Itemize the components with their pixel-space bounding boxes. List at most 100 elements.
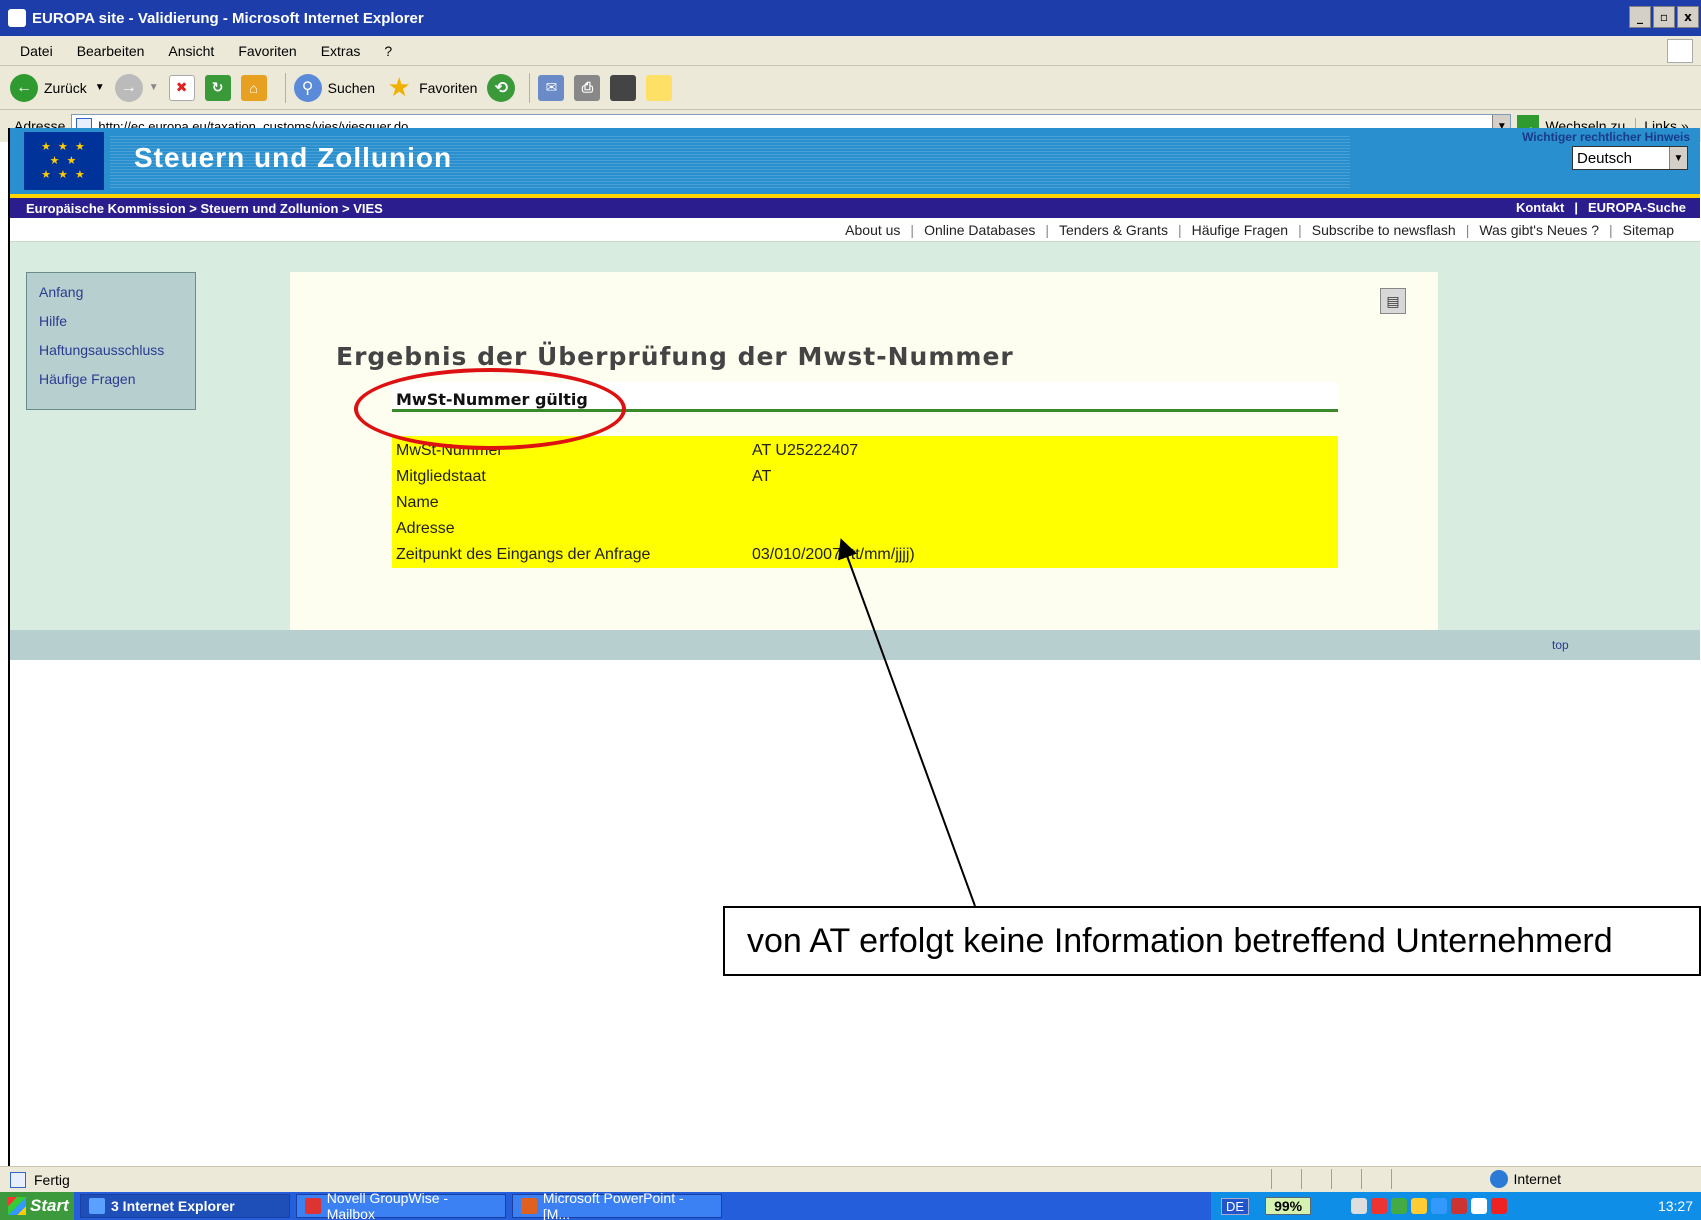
tray-icon[interactable] xyxy=(1471,1198,1488,1214)
page-status-icon xyxy=(10,1171,26,1188)
table-row: Mitgliedstaat AT xyxy=(396,464,1338,490)
taskbar: Start 3 Internet Explorer Novell GroupWi… xyxy=(0,1190,1701,1220)
forward-button[interactable]: → ▼ xyxy=(114,73,159,102)
annotation-text: von AT erfolgt keine Information betreff… xyxy=(747,921,1613,960)
close-button[interactable]: x xyxy=(1677,6,1699,28)
link-separator: | xyxy=(1609,221,1613,238)
top-link[interactable]: top xyxy=(1552,638,1569,652)
status-cell xyxy=(1391,1169,1421,1189)
toolbar-separator xyxy=(284,72,286,103)
toplink-about[interactable]: About us xyxy=(845,222,900,238)
toplink-databases[interactable]: Online Databases xyxy=(924,222,1035,238)
annotation-callout: von AT erfolgt keine Information betreff… xyxy=(723,906,1701,976)
print-page-icon[interactable]: ▤ xyxy=(1380,288,1406,314)
task-powerpoint[interactable]: Microsoft PowerPoint - [M... xyxy=(512,1190,722,1220)
search-button[interactable]: ⚲ Suchen xyxy=(293,73,375,102)
site-title: Steuern und Zollunion xyxy=(134,142,453,173)
contact-link[interactable]: Kontakt xyxy=(1516,200,1564,215)
site-banner: ★ ★ ★ ★ ★ ★ ★ ★ Steuern und Zollunion Wich… xyxy=(10,128,1700,194)
security-zone: Internet xyxy=(1489,1170,1561,1188)
menu-bearbeiten[interactable]: Bearbeiten xyxy=(77,43,145,59)
tray-icons xyxy=(1351,1198,1508,1214)
menu-datei[interactable]: Datei xyxy=(20,43,53,59)
toplink-sitemap[interactable]: Sitemap xyxy=(1623,222,1674,238)
groupwise-icon xyxy=(305,1198,321,1214)
language-dropdown-icon[interactable]: ▼ xyxy=(1669,147,1687,169)
tray-icon[interactable] xyxy=(1491,1198,1508,1214)
window-titlebar: EUROPA site - Validierung - Microsoft In… xyxy=(0,0,1701,36)
link-separator: | xyxy=(910,221,915,238)
language-value: Deutsch xyxy=(1577,149,1633,167)
link-separator: | xyxy=(1177,221,1182,238)
status-cells xyxy=(1271,1169,1421,1189)
home-icon[interactable]: ⌂ xyxy=(240,74,267,101)
leftnav-hilfe[interactable]: Hilfe xyxy=(39,310,195,339)
tray-icon[interactable] xyxy=(1371,1198,1388,1214)
powerpoint-icon xyxy=(521,1198,537,1214)
forward-arrow-icon: → xyxy=(114,73,143,102)
leftnav-faq[interactable]: Häufige Fragen xyxy=(39,368,195,397)
menu-extras[interactable]: Extras xyxy=(321,43,361,59)
note-icon[interactable] xyxy=(646,74,673,101)
tray-icon[interactable] xyxy=(1431,1198,1448,1214)
menu-help[interactable]: ? xyxy=(384,43,392,59)
menu-bar: Datei Bearbeiten Ansicht Favoriten Extra… xyxy=(0,36,1701,66)
row-value: 03/010/2007 (tt/mm/jjjj) xyxy=(752,546,915,563)
toplink-faq[interactable]: Häufige Fragen xyxy=(1192,222,1289,238)
favorites-button[interactable]: ★ Favoriten xyxy=(385,72,477,102)
browser-viewport: ★ ★ ★ ★ ★ ★ ★ ★ Steuern und Zollunion Wich… xyxy=(8,128,1700,1168)
row-key: Name xyxy=(396,494,439,511)
tray-icon[interactable] xyxy=(1411,1198,1428,1214)
windows-flag-icon xyxy=(8,1197,26,1215)
legal-notice-link[interactable]: Wichtiger rechtlicher Hinweis xyxy=(1522,130,1690,144)
task-internet-explorer[interactable]: 3 Internet Explorer xyxy=(80,1194,290,1218)
breadcrumb[interactable]: Europäische Kommission > Steuern und Zol… xyxy=(26,201,383,216)
row-key: Adresse xyxy=(396,520,455,537)
toolbar: ← Zurück ▼ → ▼ ✖ ↻ ⌂ ⚲ Suchen ★ Favorite… xyxy=(0,66,1701,110)
toplink-news[interactable]: Was gibt's Neues ? xyxy=(1479,222,1599,238)
language-indicator[interactable]: DE xyxy=(1221,1197,1250,1215)
language-select[interactable]: Deutsch ▼ xyxy=(1572,146,1688,170)
row-key: Zeitpunkt des Eingangs der Anfrage xyxy=(396,546,651,563)
back-button[interactable]: ← Zurück ▼ xyxy=(10,73,105,102)
eu-flag-logo: ★ ★ ★ ★ ★ ★ ★ ★ xyxy=(24,132,104,190)
toplink-tenders[interactable]: Tenders & Grants xyxy=(1059,222,1168,238)
print-icon[interactable]: ⎙ xyxy=(574,74,601,101)
task-groupwise[interactable]: Novell GroupWise - Mailbox xyxy=(296,1190,506,1220)
nav-separator: | xyxy=(1574,200,1578,215)
windows-logo-icon xyxy=(1667,39,1693,63)
europa-search-link[interactable]: EUROPA-Suche xyxy=(1588,200,1686,215)
minimize-button[interactable]: _ xyxy=(1629,6,1651,28)
stop-icon[interactable]: ✖ xyxy=(168,74,195,101)
highlight-ellipse xyxy=(354,368,626,450)
history-icon[interactable]: ⟲ xyxy=(487,73,516,102)
clock: 13:27 xyxy=(1657,1198,1693,1214)
link-separator: | xyxy=(1298,221,1302,238)
edit-icon[interactable] xyxy=(610,74,637,101)
leftnav-haftung[interactable]: Haftungsausschluss xyxy=(39,339,195,368)
refresh-icon[interactable]: ↻ xyxy=(204,74,231,101)
toolbar-separator xyxy=(529,72,531,103)
status-cell xyxy=(1301,1169,1331,1189)
leftnav-anfang[interactable]: Anfang xyxy=(39,281,195,310)
toplink-newsflash[interactable]: Subscribe to newsflash xyxy=(1312,222,1456,238)
table-row: Adresse xyxy=(396,516,1338,542)
menu-favoriten[interactable]: Favoriten xyxy=(238,43,296,59)
maximize-button[interactable]: ▫ xyxy=(1653,6,1675,28)
tray-icon[interactable] xyxy=(1391,1198,1408,1214)
tray-icon[interactable] xyxy=(1451,1198,1468,1214)
back-dropdown-icon[interactable]: ▼ xyxy=(95,82,105,93)
page-footer-bar: top xyxy=(10,630,1700,660)
window-controls: _ ▫ x xyxy=(1629,6,1699,28)
mail-icon[interactable]: ✉ xyxy=(538,74,565,101)
search-icon: ⚲ xyxy=(293,73,322,102)
result-table: MwSt-Nummer AT U25222407 Mitgliedstaat A… xyxy=(392,436,1338,568)
menu-ansicht[interactable]: Ansicht xyxy=(168,43,214,59)
row-key: Mitgliedstaat xyxy=(396,468,486,485)
nav-right: Kontakt | EUROPA-Suche xyxy=(1516,200,1686,215)
task-label: Novell GroupWise - Mailbox xyxy=(326,1190,449,1220)
start-button[interactable]: Start xyxy=(0,1192,74,1220)
battery-indicator[interactable]: 99% xyxy=(1265,1197,1312,1215)
forward-dropdown-icon[interactable]: ▼ xyxy=(149,82,159,93)
tray-icon[interactable] xyxy=(1351,1198,1368,1214)
